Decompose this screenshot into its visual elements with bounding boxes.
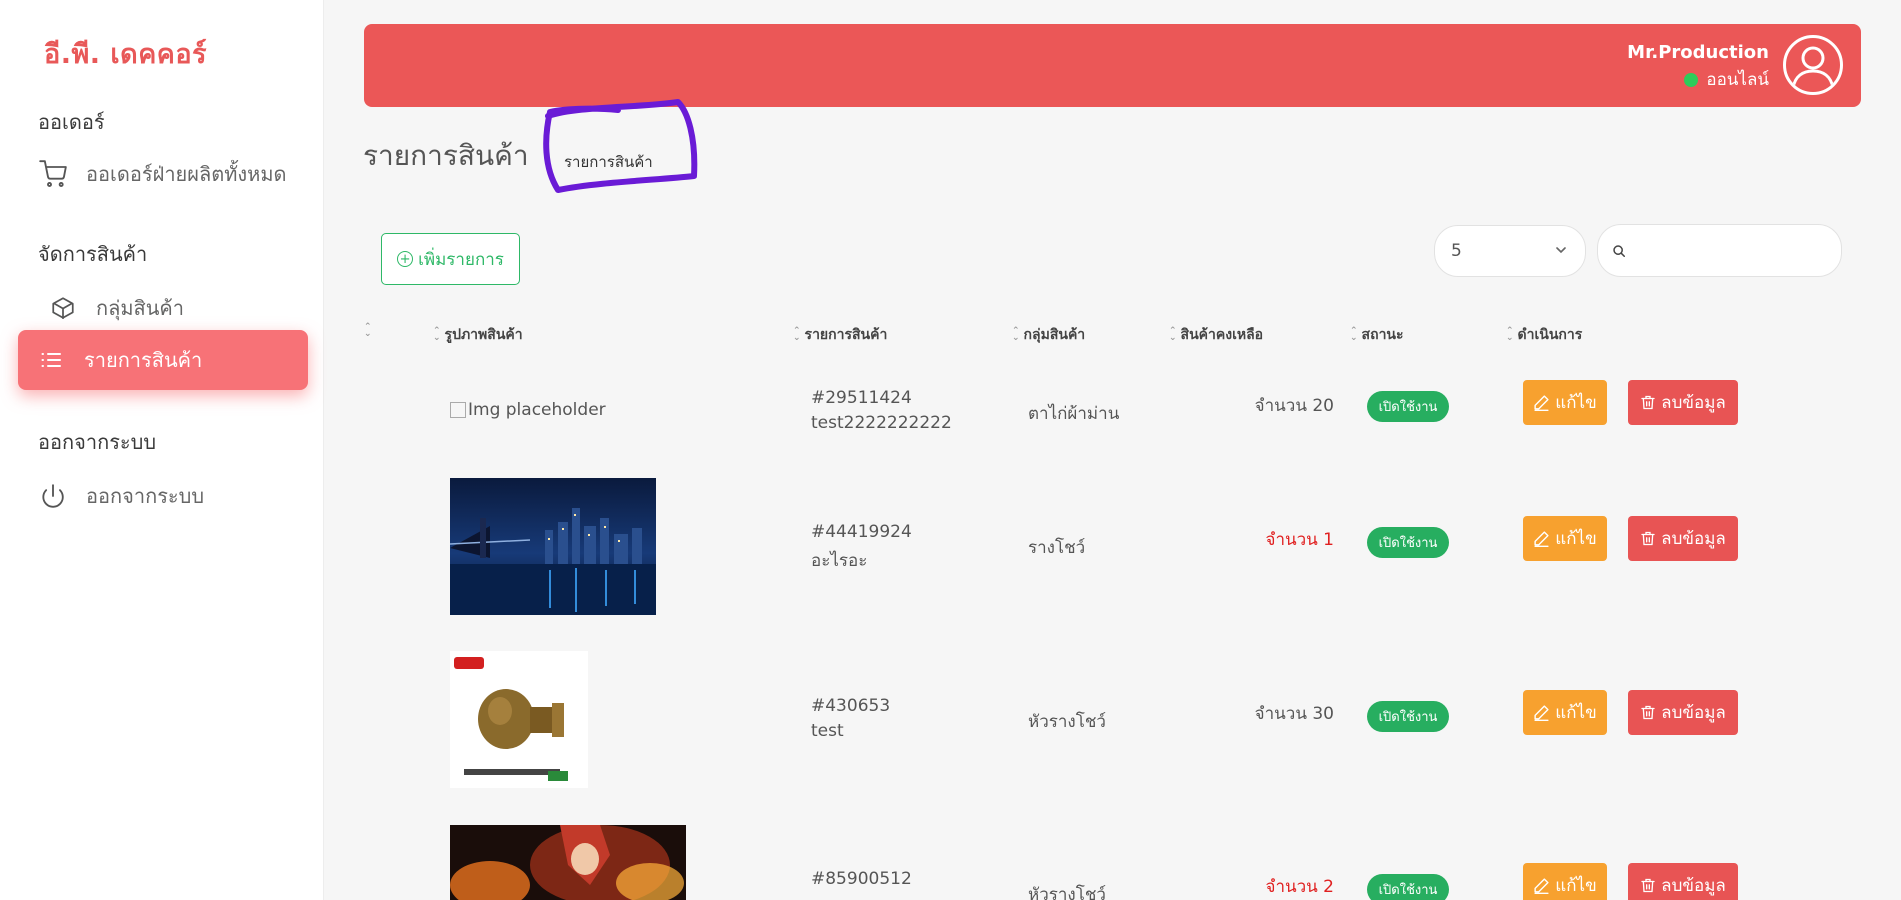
chevron-down-icon: [1556, 247, 1566, 254]
trash-icon: [1641, 705, 1655, 720]
delete-button[interactable]: ลบข้อมูล: [1628, 690, 1738, 735]
page-size-value: 5: [1451, 241, 1462, 261]
sidebar-item-label: ออเดอร์ฝ่ายผลิตทั้งหมด: [86, 162, 287, 186]
search-input[interactable]: [1634, 241, 1824, 260]
search-box: [1597, 224, 1842, 277]
sort-icon: ⌃ ⌄: [1012, 326, 1020, 343]
edit-button[interactable]: แก้ไข: [1523, 380, 1607, 425]
sort-icon: ⌃ ⌄: [793, 326, 801, 343]
sidebar-item-logout[interactable]: ออกจากระบบ: [38, 480, 204, 512]
page-title: รายการสินค้า: [363, 139, 529, 172]
box-icon: [48, 293, 78, 323]
column-header-sort[interactable]: ⌃ ⌄: [364, 322, 376, 339]
delete-button[interactable]: ลบข้อมูล: [1628, 380, 1738, 425]
user-icon: [1791, 46, 1835, 89]
product-name: test2222222222: [811, 413, 952, 433]
add-item-label: เพิ่มรายการ: [418, 249, 504, 270]
section-title-logout: ออกจากระบบ: [38, 430, 157, 454]
avatar[interactable]: [1783, 35, 1843, 95]
edit-button[interactable]: แก้ไข: [1523, 863, 1607, 900]
product-code: #430653: [811, 696, 891, 716]
broken-image-icon: [450, 402, 466, 418]
online-dot-icon: [1684, 72, 1699, 87]
sidebar-item-product-list[interactable]: รายการสินค้า: [18, 330, 308, 390]
header-bar: Mr.Production ออนไลน์: [364, 24, 1861, 107]
list-icon: [36, 345, 66, 375]
product-image-broken: Img placeholder: [450, 400, 606, 420]
pencil-icon: [1534, 705, 1549, 721]
sidebar: อี.พี. เดคคอร์ ออเดอร์ ออเดอร์ฝ่ายผลิตทั…: [0, 0, 324, 900]
column-header-status[interactable]: ⌃ ⌄ สถานะ: [1350, 324, 1404, 346]
sidebar-item-product-groups[interactable]: กลุ่มสินค้า: [48, 292, 184, 324]
stock-count: จำนวน 30: [1254, 704, 1334, 724]
pencil-icon: [1534, 395, 1549, 411]
sort-icon: ⌃ ⌄: [1169, 326, 1177, 343]
sidebar-item-all-orders[interactable]: ออเดอร์ฝ่ายผลิตทั้งหมด: [38, 158, 287, 190]
status-label: ออนไลน์: [1706, 70, 1769, 90]
product-group: หัวรางโชว์: [1028, 712, 1106, 732]
pencil-icon: [1534, 531, 1549, 547]
product-image-city-night: [449, 478, 656, 619]
pencil-icon: [1534, 878, 1549, 894]
product-code: #44419924: [811, 522, 912, 542]
power-icon: [38, 481, 68, 511]
stock-count: จำนวน 20: [1254, 396, 1334, 416]
trash-icon: [1641, 878, 1655, 893]
product-name: อะไรอะ: [811, 551, 868, 571]
edit-button[interactable]: แก้ไข: [1523, 690, 1607, 735]
add-item-button[interactable]: + เพิ่มรายการ: [381, 233, 520, 285]
product-group: ตาไก่ผ้าม่าน: [1028, 404, 1120, 424]
trash-icon: [1641, 531, 1655, 546]
column-header-stock[interactable]: ⌃ ⌄ สินค้าคงเหลือ: [1169, 324, 1263, 346]
edit-button[interactable]: แก้ไข: [1523, 516, 1607, 561]
product-code: #29511424: [811, 388, 912, 408]
delete-button[interactable]: ลบข้อมูล: [1628, 516, 1738, 561]
sidebar-item-label: ออกจากระบบ: [86, 484, 205, 508]
column-header-product[interactable]: ⌃ ⌄ รายการสินค้า: [793, 324, 887, 346]
annotation-scribble: [543, 99, 698, 193]
delete-button[interactable]: ลบข้อมูล: [1628, 863, 1738, 900]
stock-count: จำนวน 1: [1265, 530, 1334, 550]
user-name: Mr.Production: [1627, 42, 1769, 63]
product-code: #85900512: [811, 869, 912, 889]
trash-icon: [1641, 395, 1655, 410]
stock-count: จำนวน 2: [1265, 877, 1334, 897]
sidebar-item-label: รายการสินค้า: [84, 348, 203, 372]
product-image-anime-fire: [450, 825, 686, 900]
sort-icon: ⌃ ⌄: [364, 322, 372, 339]
column-header-image[interactable]: ⌃ ⌄ รูปภาพสินค้า: [433, 324, 523, 346]
app-logo[interactable]: อี.พี. เดคคอร์: [44, 32, 207, 75]
plus-circle-icon: +: [397, 251, 414, 267]
product-name: test: [811, 721, 844, 741]
search-icon: [1613, 244, 1626, 257]
sort-icon: ⌃ ⌄: [433, 326, 441, 343]
status-badge: เปิดใช้งาน: [1367, 527, 1449, 558]
section-title-orders: ออเดอร์: [38, 110, 105, 134]
section-title-products: จัดการสินค้า: [38, 242, 148, 266]
sort-icon: ⌃ ⌄: [1506, 326, 1514, 343]
product-group: รางโชว์: [1028, 538, 1086, 558]
sidebar-item-label: กลุ่มสินค้า: [96, 296, 185, 320]
cart-icon: [38, 159, 68, 189]
page-size-select[interactable]: 5: [1434, 225, 1586, 277]
status-badge: เปิดใช้งาน: [1367, 391, 1449, 422]
status-badge: เปิดใช้งาน: [1367, 701, 1449, 732]
status-badge: เปิดใช้งาน: [1367, 874, 1449, 900]
column-header-actions[interactable]: ⌃ ⌄ ดำเนินการ: [1506, 324, 1582, 346]
product-image-knob: [450, 651, 588, 792]
product-group: หัวรางโชว์: [1028, 885, 1106, 900]
column-header-group[interactable]: ⌃ ⌄ กลุ่มสินค้า: [1012, 324, 1085, 346]
user-status: ออนไลน์: [1684, 66, 1769, 93]
sort-icon: ⌃ ⌄: [1350, 326, 1358, 343]
